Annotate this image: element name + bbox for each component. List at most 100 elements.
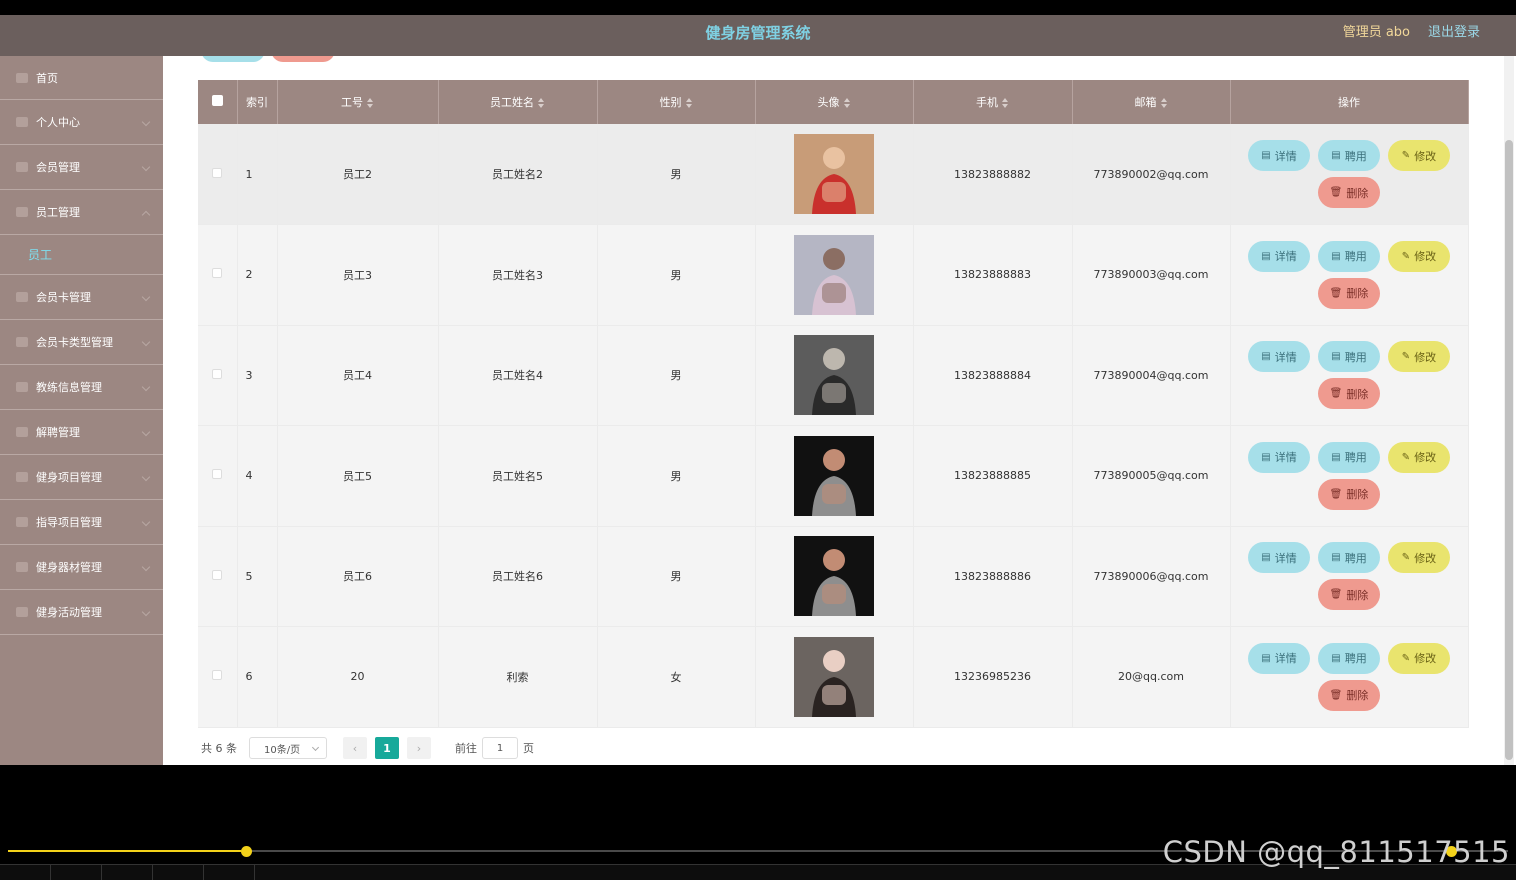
progress-handle[interactable]: [240, 846, 252, 857]
taskbar-slot[interactable]: [102, 865, 153, 880]
document-icon: ▤: [1331, 552, 1341, 564]
sidebar-subitem-staff[interactable]: 员工: [0, 235, 163, 275]
edit-button[interactable]: ✎ 修改: [1388, 642, 1450, 674]
chevron-down-icon: [141, 517, 151, 527]
header-gender[interactable]: 性别: [597, 80, 756, 124]
cell-avatar: [755, 425, 914, 527]
header-avatar[interactable]: 头像: [755, 80, 914, 124]
hire-button[interactable]: ▤ 聘用: [1318, 341, 1380, 373]
sidebar-item-fitness-projects[interactable]: 健身项目管理: [0, 455, 163, 500]
chevron-down-icon: [311, 743, 320, 752]
document-icon: ▤: [1261, 552, 1271, 564]
sidebar-item-label: 会员卡管理: [36, 291, 91, 304]
header-emp-no[interactable]: 工号: [277, 80, 439, 124]
edit-button[interactable]: ✎ 修改: [1388, 140, 1450, 171]
delete-button[interactable]: 🗑 删除: [1318, 478, 1380, 510]
sidebar-item-dismissal[interactable]: 解聘管理: [0, 410, 163, 455]
folder-icon: [16, 427, 28, 437]
row-checkbox[interactable]: [212, 368, 223, 379]
scrollbar-thumb[interactable]: [1505, 140, 1513, 760]
hire-button[interactable]: ▤ 聘用: [1318, 140, 1380, 171]
edit-button[interactable]: ✎ 修改: [1388, 441, 1450, 473]
detail-button[interactable]: ▤ 详情: [1248, 542, 1310, 574]
header-phone[interactable]: 手机: [913, 80, 1073, 124]
sidebar-item-members[interactable]: 会员管理: [0, 145, 163, 190]
header-name[interactable]: 员工姓名: [438, 80, 598, 124]
sidebar-item-personal-center[interactable]: 个人中心: [0, 100, 163, 145]
prev-page-button[interactable]: ‹: [343, 737, 367, 759]
sidebar-item-activities[interactable]: 健身活动管理: [0, 590, 163, 635]
sidebar-item-label: 个人中心: [36, 116, 80, 129]
row-checkbox[interactable]: [212, 167, 223, 178]
sidebar-item-label: 解聘管理: [36, 426, 80, 439]
delete-label: 删除: [1346, 387, 1369, 401]
chat-icon: [16, 382, 28, 392]
row-actions: ▤ 详情 ▤ 聘用 ✎ 修改 🗑 删除: [1244, 542, 1454, 611]
delete-button[interactable]: 🗑 删除: [1318, 277, 1380, 309]
delete-button[interactable]: 🗑 删除: [1318, 177, 1380, 208]
detail-label: 详情: [1274, 451, 1297, 465]
logout-link[interactable]: 退出登录: [1428, 15, 1480, 51]
next-page-button[interactable]: ›: [407, 737, 431, 759]
sidebar-item-equipment[interactable]: 健身器材管理: [0, 545, 163, 590]
row-actions: ▤ 详情 ▤ 聘用 ✎ 修改 🗑 删除: [1244, 140, 1454, 208]
video-player-bar: CSDN @qq_811517515: [0, 765, 1516, 880]
detail-label: 详情: [1274, 350, 1297, 364]
row-checkbox[interactable]: [212, 268, 223, 279]
row-select-cell: [198, 626, 238, 728]
cell-phone: 13823888885: [913, 425, 1073, 527]
vertical-scrollbar[interactable]: [1504, 56, 1514, 765]
detail-label: 详情: [1274, 551, 1297, 565]
delete-label: 删除: [1346, 287, 1369, 301]
sidebar-item-member-cards[interactable]: 会员卡管理: [0, 275, 163, 320]
sidebar-item-staff[interactable]: 员工管理: [0, 190, 163, 235]
cell-index: 6: [237, 626, 278, 728]
sort-icon: [538, 98, 545, 108]
sidebar-item-coaches[interactable]: 教练信息管理: [0, 365, 163, 410]
cell-index: 5: [237, 526, 278, 627]
header-email[interactable]: 邮箱: [1072, 80, 1231, 124]
header-label: 工号: [341, 96, 363, 109]
cell-phone: 13823888886: [913, 526, 1073, 627]
edit-label: 修改: [1414, 350, 1437, 364]
detail-button[interactable]: ▤ 详情: [1248, 140, 1310, 171]
edit-button[interactable]: ✎ 修改: [1388, 240, 1450, 272]
detail-button[interactable]: ▤ 详情: [1248, 642, 1310, 674]
cell-gender: 女: [597, 626, 756, 728]
avatar-image: [794, 134, 874, 214]
toolbar-button-partial[interactable]: [201, 56, 265, 62]
row-checkbox[interactable]: [212, 569, 223, 580]
hire-button[interactable]: ▤ 聘用: [1318, 642, 1380, 674]
avatar-image: [794, 536, 874, 617]
goto-page-input[interactable]: [482, 737, 518, 759]
detail-button[interactable]: ▤ 详情: [1248, 441, 1310, 473]
hire-button[interactable]: ▤ 聘用: [1318, 240, 1380, 272]
delete-button[interactable]: 🗑 删除: [1318, 579, 1380, 611]
toolbar-button-partial[interactable]: [271, 56, 335, 62]
select-all-checkbox[interactable]: [211, 95, 223, 106]
watermark-text: CSDN @qq_811517515: [1162, 835, 1510, 869]
cell-emp-no: 员工6: [277, 526, 439, 627]
taskbar-slot[interactable]: [0, 865, 51, 880]
taskbar-slot[interactable]: [51, 865, 102, 880]
detail-button[interactable]: ▤ 详情: [1248, 341, 1310, 373]
edit-button[interactable]: ✎ 修改: [1388, 542, 1450, 574]
row-checkbox[interactable]: [212, 469, 223, 480]
header-label: 性别: [659, 96, 682, 109]
sidebar-item-card-types[interactable]: 会员卡类型管理: [0, 320, 163, 365]
chevron-down-icon: [141, 472, 151, 482]
delete-button[interactable]: 🗑 删除: [1318, 378, 1380, 410]
pencil-icon: ✎: [1401, 250, 1411, 262]
detail-button[interactable]: ▤ 详情: [1248, 240, 1310, 272]
sidebar-item-home[interactable]: 首页: [0, 56, 163, 100]
page-number-current[interactable]: 1: [375, 737, 399, 759]
edit-button[interactable]: ✎ 修改: [1388, 341, 1450, 373]
taskbar-slot[interactable]: [153, 865, 204, 880]
hire-button[interactable]: ▤ 聘用: [1318, 542, 1380, 574]
taskbar-slot[interactable]: [204, 865, 255, 880]
hire-button[interactable]: ▤ 聘用: [1318, 441, 1380, 473]
sidebar-item-guidance-projects[interactable]: 指导项目管理: [0, 500, 163, 545]
row-checkbox[interactable]: [212, 670, 223, 681]
delete-button[interactable]: 🗑 删除: [1318, 679, 1380, 711]
page-size-select[interactable]: 10条/页: [249, 737, 327, 759]
